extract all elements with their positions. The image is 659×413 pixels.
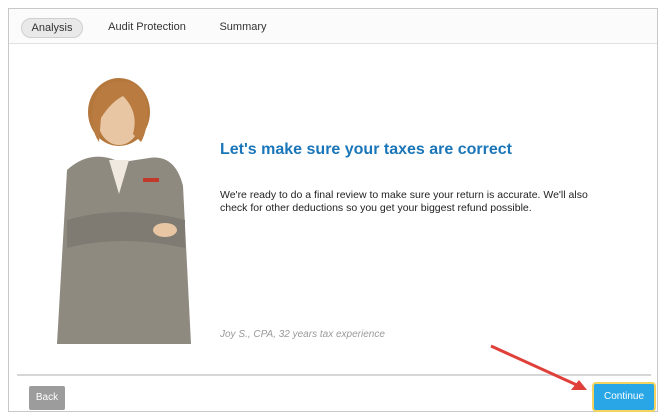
tab-summary[interactable]: Summary — [215, 18, 271, 36]
expert-caption: Joy S., CPA, 32 years tax experience — [220, 329, 385, 340]
cpa-photo — [57, 78, 191, 344]
tab-bar: Analysis Audit Protection Summary — [9, 9, 657, 44]
interview-panel: Analysis Audit Protection Summary Let's … — [8, 8, 658, 412]
tab-analysis[interactable]: Analysis — [21, 18, 83, 38]
tab-audit-protection[interactable]: Audit Protection — [101, 18, 193, 36]
red-arrow-icon — [490, 344, 587, 390]
continue-button[interactable]: Continue — [594, 384, 654, 410]
review-description: We're ready to do a final review to make… — [220, 189, 588, 214]
page-headline: Let's make sure your taxes are correct — [220, 141, 512, 158]
top-strip — [0, 0, 659, 8]
back-button[interactable]: Back — [29, 386, 65, 410]
